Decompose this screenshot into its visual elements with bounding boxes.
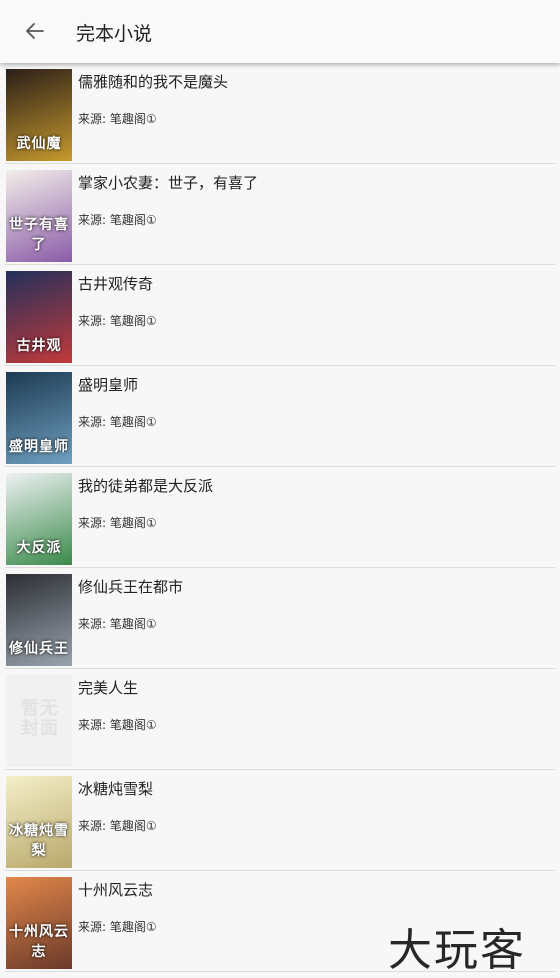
book-cover: 盛明皇师 xyxy=(6,372,72,464)
list-item[interactable]: 冰糖炖雪梨 冰糖炖雪梨 来源: 笔趣阁① xyxy=(5,770,555,871)
book-source: 来源: 笔趣阁① xyxy=(78,718,157,732)
book-cover: 世子有喜了 xyxy=(6,170,72,262)
app-bar: 完本小说 xyxy=(0,0,560,63)
book-cover: 大反派 xyxy=(6,473,72,565)
book-title: 修仙兵王在都市 xyxy=(78,578,184,596)
book-source: 来源: 笔趣阁① xyxy=(78,516,157,530)
book-source: 来源: 笔趣阁① xyxy=(78,314,157,328)
back-button[interactable] xyxy=(22,18,48,44)
list-item[interactable]: 武仙魔 儒雅随和的我不是魔头 来源: 笔趣阁① xyxy=(5,63,555,164)
book-cover: 修仙兵王 xyxy=(6,574,72,666)
book-source: 来源: 笔趣阁① xyxy=(78,819,157,833)
book-list: 武仙魔 儒雅随和的我不是魔头 来源: 笔趣阁① 世子有喜了 掌家小农妻：世子，有… xyxy=(0,63,560,972)
book-title: 完美人生 xyxy=(78,679,139,697)
book-title: 我的徒弟都是大反派 xyxy=(78,477,214,495)
cover-text: 大反派 xyxy=(16,540,62,556)
list-item[interactable]: 世子有喜了 掌家小农妻：世子，有喜了 来源: 笔趣阁① xyxy=(5,164,555,265)
book-source: 来源: 笔趣阁① xyxy=(78,617,157,631)
book-cover-placeholder: 暂无封面 xyxy=(6,675,72,767)
list-item[interactable]: 暂无封面 完美人生 来源: 笔趣阁① xyxy=(5,669,555,770)
book-source: 来源: 笔趣阁① xyxy=(78,112,157,126)
book-cover: 武仙魔 xyxy=(6,69,72,161)
cover-text: 武仙魔 xyxy=(16,136,62,152)
cover-text: 十州风云志 xyxy=(9,924,69,960)
list-item[interactable]: 修仙兵王 修仙兵王在都市 来源: 笔趣阁① xyxy=(5,568,555,669)
list-item[interactable]: 盛明皇师 盛明皇师 来源: 笔趣阁① xyxy=(5,366,555,467)
page-title: 完本小说 xyxy=(76,23,153,45)
arrow-left-icon xyxy=(26,23,44,39)
cover-text: 古井观 xyxy=(16,338,62,354)
book-title: 冰糖炖雪梨 xyxy=(78,780,154,798)
watermark-logo: 大玩客 xyxy=(388,925,526,976)
book-source: 来源: 笔趣阁① xyxy=(78,415,157,429)
book-title: 掌家小农妻：世子，有喜了 xyxy=(78,174,259,192)
cover-text: 暂无封面 xyxy=(21,698,59,739)
book-title: 古井观传奇 xyxy=(78,275,154,293)
book-title: 十州风云志 xyxy=(78,881,154,899)
cover-text: 修仙兵王 xyxy=(9,641,69,657)
cover-text: 冰糖炖雪梨 xyxy=(9,823,69,859)
list-item[interactable]: 古井观 古井观传奇 来源: 笔趣阁① xyxy=(5,265,555,366)
cover-text: 世子有喜了 xyxy=(9,217,69,253)
book-cover: 十州风云志 xyxy=(6,877,72,969)
book-title: 儒雅随和的我不是魔头 xyxy=(78,73,229,91)
book-cover: 古井观 xyxy=(6,271,72,363)
book-title: 盛明皇师 xyxy=(78,376,139,394)
cover-text: 盛明皇师 xyxy=(9,439,69,455)
list-item[interactable]: 大反派 我的徒弟都是大反派 来源: 笔趣阁① xyxy=(5,467,555,568)
book-source: 来源: 笔趣阁① xyxy=(78,920,157,934)
book-source: 来源: 笔趣阁① xyxy=(78,213,157,227)
book-cover: 冰糖炖雪梨 xyxy=(6,776,72,868)
